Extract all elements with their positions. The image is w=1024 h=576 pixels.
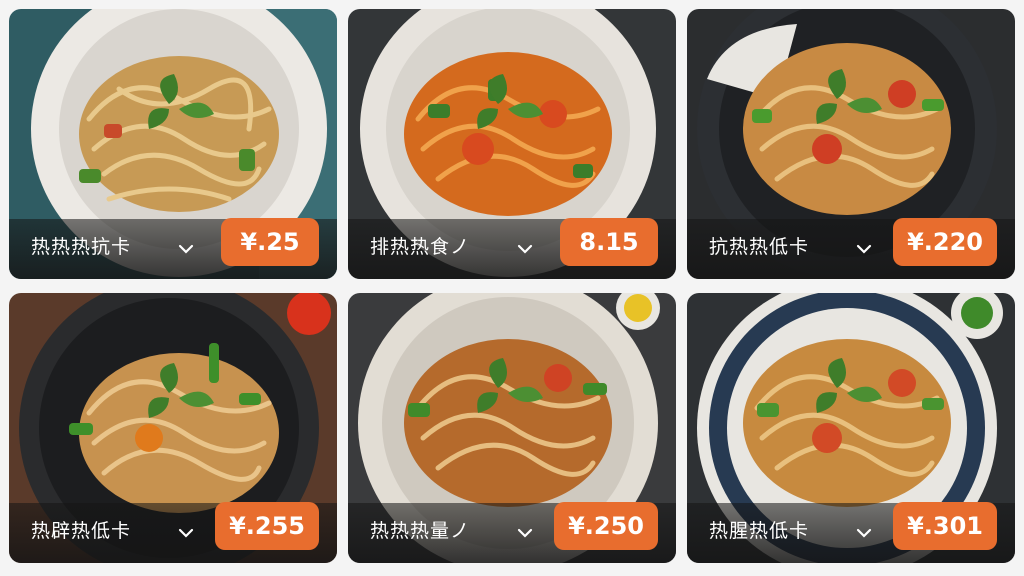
dish-card[interactable]: 热腥热低卡 ¥.301 <box>687 293 1015 563</box>
dish-grid: 热热热抗卡 ¥.25 排热热食ノ 8.15 抗热热低卡 ¥.220 热辟热低卡 … <box>0 0 1024 576</box>
chevron-down-icon[interactable] <box>516 525 534 541</box>
dish-title: 抗热热低卡 <box>709 236 810 258</box>
dish-card[interactable]: 排热热食ノ 8.15 <box>348 9 676 279</box>
chevron-down-icon[interactable] <box>855 241 873 257</box>
dish-title: 排热热食ノ <box>370 236 471 258</box>
chevron-down-icon[interactable] <box>177 525 195 541</box>
dish-title: 热热热抗卡 <box>31 236 132 258</box>
chevron-down-icon[interactable] <box>516 241 534 257</box>
price-badge[interactable]: ¥.255 <box>215 502 319 550</box>
price-badge[interactable]: ¥.220 <box>893 218 997 266</box>
dish-card[interactable]: 热热热抗卡 ¥.25 <box>9 9 337 279</box>
price-badge[interactable]: 8.15 <box>560 218 658 266</box>
dish-title: 热腥热低卡 <box>709 520 810 542</box>
price-badge[interactable]: ¥.301 <box>893 502 997 550</box>
dish-card[interactable]: 抗热热低卡 ¥.220 <box>687 9 1015 279</box>
dish-title: 热热热量ノ <box>370 520 471 542</box>
price-badge[interactable]: ¥.25 <box>221 218 319 266</box>
chevron-down-icon[interactable] <box>177 241 195 257</box>
dish-card[interactable]: 热辟热低卡 ¥.255 <box>9 293 337 563</box>
dish-card[interactable]: 热热热量ノ ¥.250 <box>348 293 676 563</box>
price-badge[interactable]: ¥.250 <box>554 502 658 550</box>
dish-title: 热辟热低卡 <box>31 520 132 542</box>
chevron-down-icon[interactable] <box>855 525 873 541</box>
